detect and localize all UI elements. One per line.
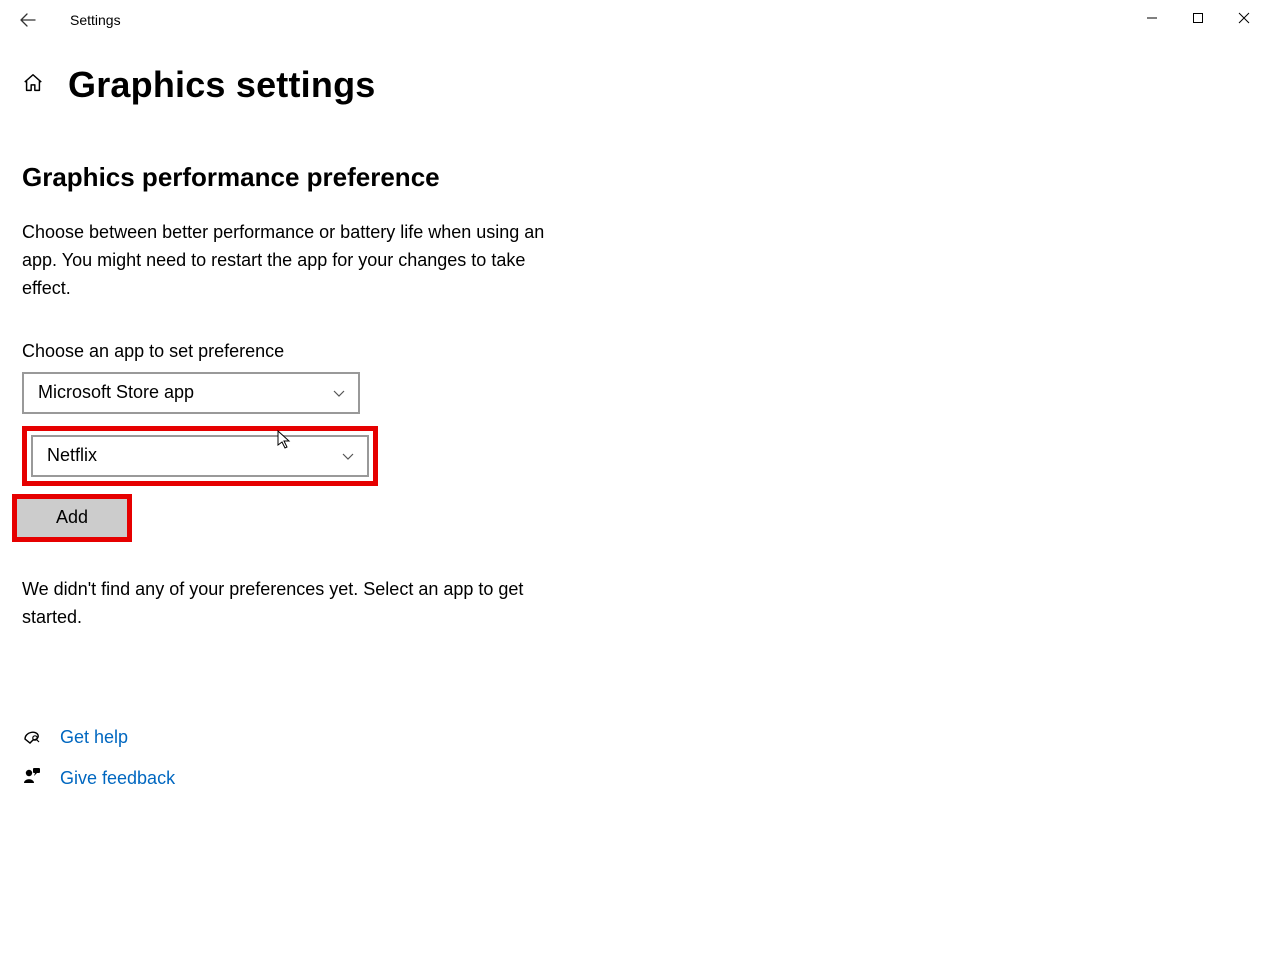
- maximize-button[interactable]: [1175, 2, 1221, 34]
- home-icon: [22, 72, 44, 94]
- description: Choose between better performance or bat…: [22, 219, 562, 303]
- chevron-down-icon: [332, 386, 346, 400]
- chevron-down-icon: [341, 449, 355, 463]
- status-text: We didn't find any of your preferences y…: [22, 576, 562, 632]
- back-button[interactable]: [18, 10, 38, 30]
- minimize-icon: [1146, 12, 1158, 24]
- help-icon: [22, 725, 42, 750]
- titlebar: Settings: [0, 0, 1271, 40]
- highlight-app-select: Netflix: [22, 426, 378, 486]
- page-title: Graphics settings: [68, 64, 375, 106]
- minimize-button[interactable]: [1129, 2, 1175, 34]
- get-help-link[interactable]: Get help: [60, 727, 128, 748]
- arrow-left-icon: [19, 11, 37, 29]
- close-icon: [1238, 12, 1250, 24]
- highlight-add-button: Add: [12, 494, 132, 542]
- get-help-row: Get help: [22, 725, 1271, 750]
- home-button[interactable]: [22, 72, 44, 99]
- footer-links: Get help Give feedback: [22, 725, 1271, 791]
- app-select-value: Netflix: [47, 445, 97, 466]
- app-select-combobox[interactable]: Netflix: [31, 435, 369, 477]
- maximize-icon: [1192, 12, 1204, 24]
- choose-app-label: Choose an app to set preference: [22, 341, 1271, 362]
- app-type-value: Microsoft Store app: [38, 382, 194, 403]
- add-button[interactable]: Add: [17, 499, 127, 537]
- give-feedback-link[interactable]: Give feedback: [60, 768, 175, 789]
- window-controls: [1129, 2, 1267, 34]
- close-button[interactable]: [1221, 2, 1267, 34]
- give-feedback-row: Give feedback: [22, 766, 1271, 791]
- feedback-icon: [22, 766, 42, 791]
- app-type-combobox[interactable]: Microsoft Store app: [22, 372, 360, 414]
- page-header: Graphics settings: [22, 64, 1271, 106]
- section-title: Graphics performance preference: [22, 162, 1271, 193]
- app-title: Settings: [70, 12, 121, 28]
